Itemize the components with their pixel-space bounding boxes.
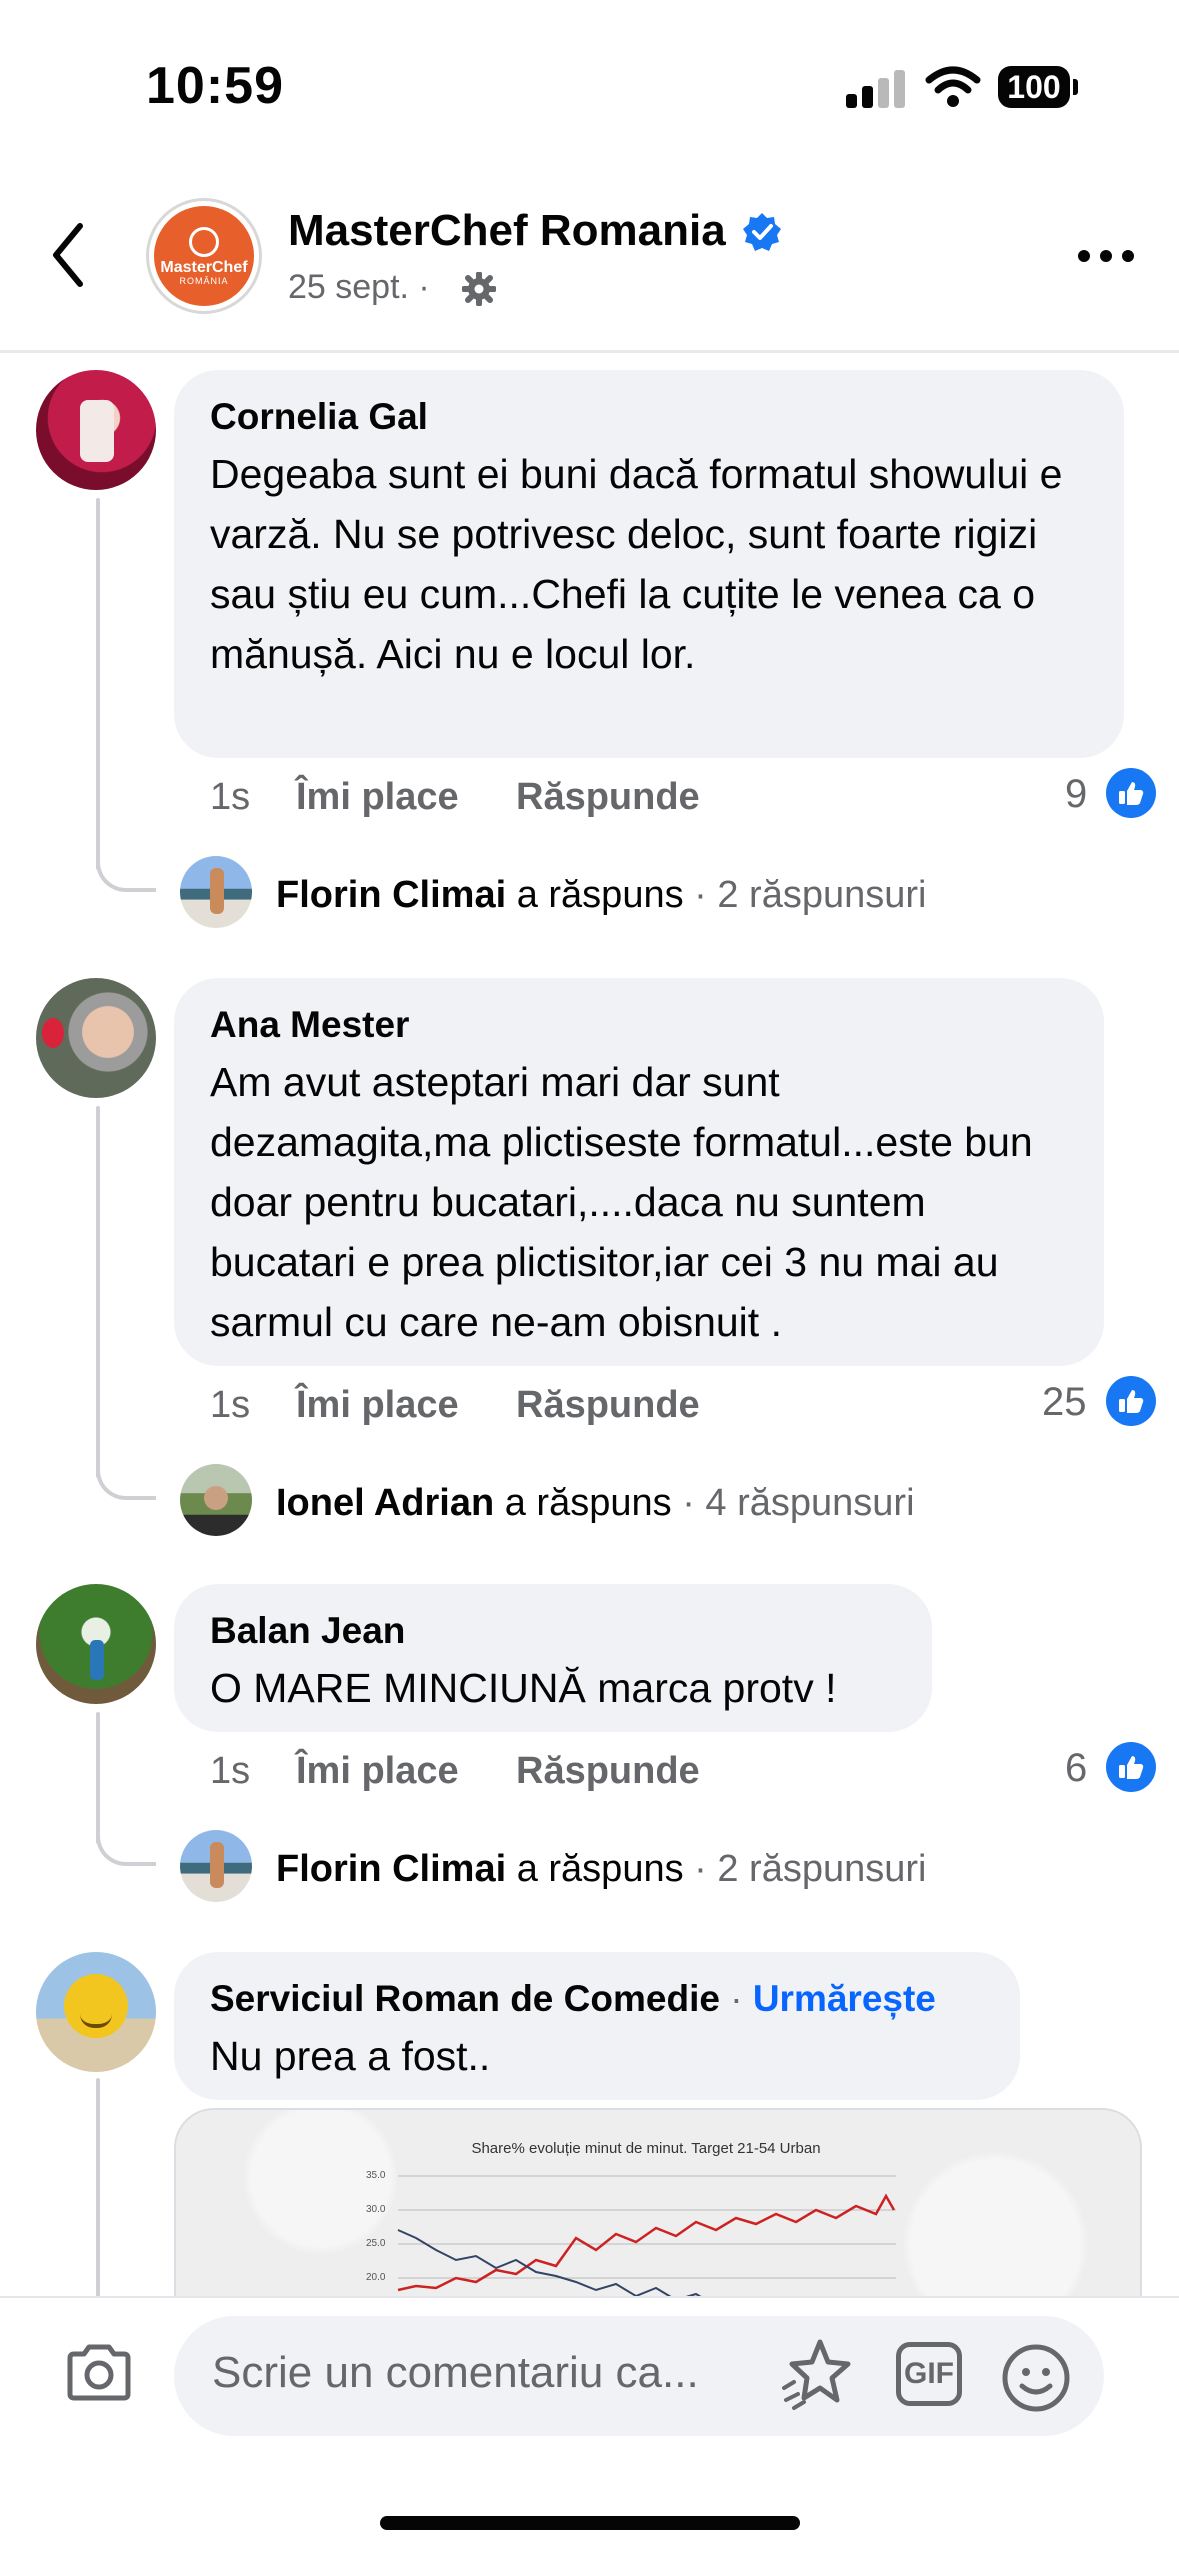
comment-author[interactable]: Cornelia Gal [210, 394, 1088, 440]
comment-text: O MARE MINCIUNĂ marca protv ! [210, 1665, 837, 1711]
reply-avatar[interactable] [180, 1464, 252, 1536]
comment-time: 1s [210, 776, 251, 818]
reply-button[interactable]: Răspunde [516, 1750, 700, 1793]
comment-text: Degeaba sunt ei buni dacă formatul showu… [210, 451, 1063, 677]
comment-text: Am avut asteptari mari dar sunt dezamagi… [210, 1059, 1033, 1345]
comment-author-line: Serviciul Roman de Comedie · Urmărește [210, 1976, 984, 2022]
reply-verb: a răspuns [516, 1848, 684, 1890]
avatar[interactable] [36, 1952, 156, 2072]
masterchef-logo: MasterChef ROMÂNIA [154, 206, 254, 306]
gif-button[interactable]: GIF [896, 2342, 962, 2406]
comment-bubble: Cornelia Gal Degeaba sunt ei buni dacă f… [174, 370, 1124, 758]
logo-text: MasterChef [160, 258, 248, 276]
emoji-icon[interactable] [1000, 2342, 1072, 2414]
reply-verb: a răspuns [504, 1482, 672, 1524]
post-date: 25 sept. · [288, 268, 430, 306]
more-options-icon[interactable] [1076, 248, 1136, 264]
reply-button[interactable]: Răspunde [516, 1384, 700, 1427]
like-button[interactable]: Îmi place [296, 1750, 459, 1793]
back-arrow-icon[interactable] [48, 220, 88, 290]
battery-indicator: 100 [998, 66, 1070, 108]
comment-bubble: Balan Jean O MARE MINCIUNĂ marca protv ! [174, 1584, 932, 1732]
thread-line [96, 2078, 100, 2298]
reply-verb: a răspuns [516, 874, 684, 916]
like-count[interactable]: 9 [1065, 772, 1087, 817]
avatar[interactable] [36, 1584, 156, 1704]
like-count[interactable]: 25 [1042, 1380, 1087, 1425]
follow-button[interactable]: Urmărește [753, 1978, 936, 2019]
wifi-icon [925, 66, 981, 107]
comment-input-placeholder[interactable]: Scrie un comentariu ca... [212, 2348, 699, 2398]
comment-time: 1s [210, 1384, 251, 1426]
verified-badge-icon [743, 213, 781, 251]
comment-author[interactable]: Balan Jean [210, 1608, 896, 1654]
replies-summary[interactable]: Florin Climai a răspuns · 2 răspunsuri [276, 1848, 926, 1891]
reply-avatar[interactable] [180, 856, 252, 928]
reply-avatar[interactable] [180, 1830, 252, 1902]
thread-line [96, 1106, 100, 1478]
reply-author[interactable]: Ionel Adrian [276, 1482, 494, 1524]
comment-author[interactable]: Ana Mester [210, 1002, 1068, 1048]
follow-separator: · [719, 1978, 753, 2019]
avatar[interactable] [36, 978, 156, 1098]
replies-summary[interactable]: Ionel Adrian a răspuns · 4 răspunsuri [276, 1482, 915, 1525]
logo-ring-icon [189, 226, 219, 257]
reply-count[interactable]: · 2 răspunsuri [694, 874, 926, 916]
avatar[interactable] [36, 370, 156, 490]
like-button[interactable]: Îmi place [296, 1384, 459, 1427]
thumbs-up-icon [1106, 1376, 1156, 1426]
reply-count[interactable]: · 4 răspunsuri [682, 1482, 914, 1524]
like-button[interactable]: Îmi place [296, 776, 459, 819]
comment-text: Nu prea a fost.. [210, 2033, 491, 2079]
sticker-icon[interactable] [780, 2336, 854, 2410]
reply-count[interactable]: · 2 răspunsuri [694, 1848, 926, 1890]
comment-author[interactable]: Serviciul Roman de Comedie [210, 1978, 720, 2019]
page-avatar[interactable]: MasterChef ROMÂNIA [146, 198, 262, 314]
comment-bubble: Ana Mester Am avut asteptari mari dar su… [174, 978, 1104, 1366]
comment-bubble: Serviciul Roman de Comedie · Urmărește N… [174, 1952, 1020, 2100]
reply-author[interactable]: Florin Climai [276, 1848, 506, 1890]
thread-line [96, 498, 100, 870]
cellular-signal-icon [846, 70, 906, 108]
reply-button[interactable]: Răspunde [516, 776, 700, 819]
page-name[interactable]: MasterChef Romania [288, 206, 726, 256]
thread-curve [96, 1822, 156, 1866]
status-time: 10:59 [146, 57, 284, 115]
replies-summary[interactable]: Florin Climai a răspuns · 2 răspunsuri [276, 874, 926, 917]
reply-author[interactable]: Florin Climai [276, 874, 506, 916]
gear-icon [462, 272, 496, 306]
camera-icon[interactable] [64, 2342, 134, 2402]
thumbs-up-icon [1106, 1742, 1156, 1792]
battery-tip [1073, 79, 1078, 95]
like-count[interactable]: 6 [1065, 1746, 1087, 1791]
comment-time: 1s [210, 1750, 251, 1792]
thumbs-up-icon [1106, 768, 1156, 818]
thread-curve [96, 848, 156, 892]
logo-subtext: ROMÂNIA [179, 275, 229, 286]
thread-curve [96, 1456, 156, 1500]
header-divider [0, 350, 1179, 353]
home-indicator [380, 2516, 800, 2530]
